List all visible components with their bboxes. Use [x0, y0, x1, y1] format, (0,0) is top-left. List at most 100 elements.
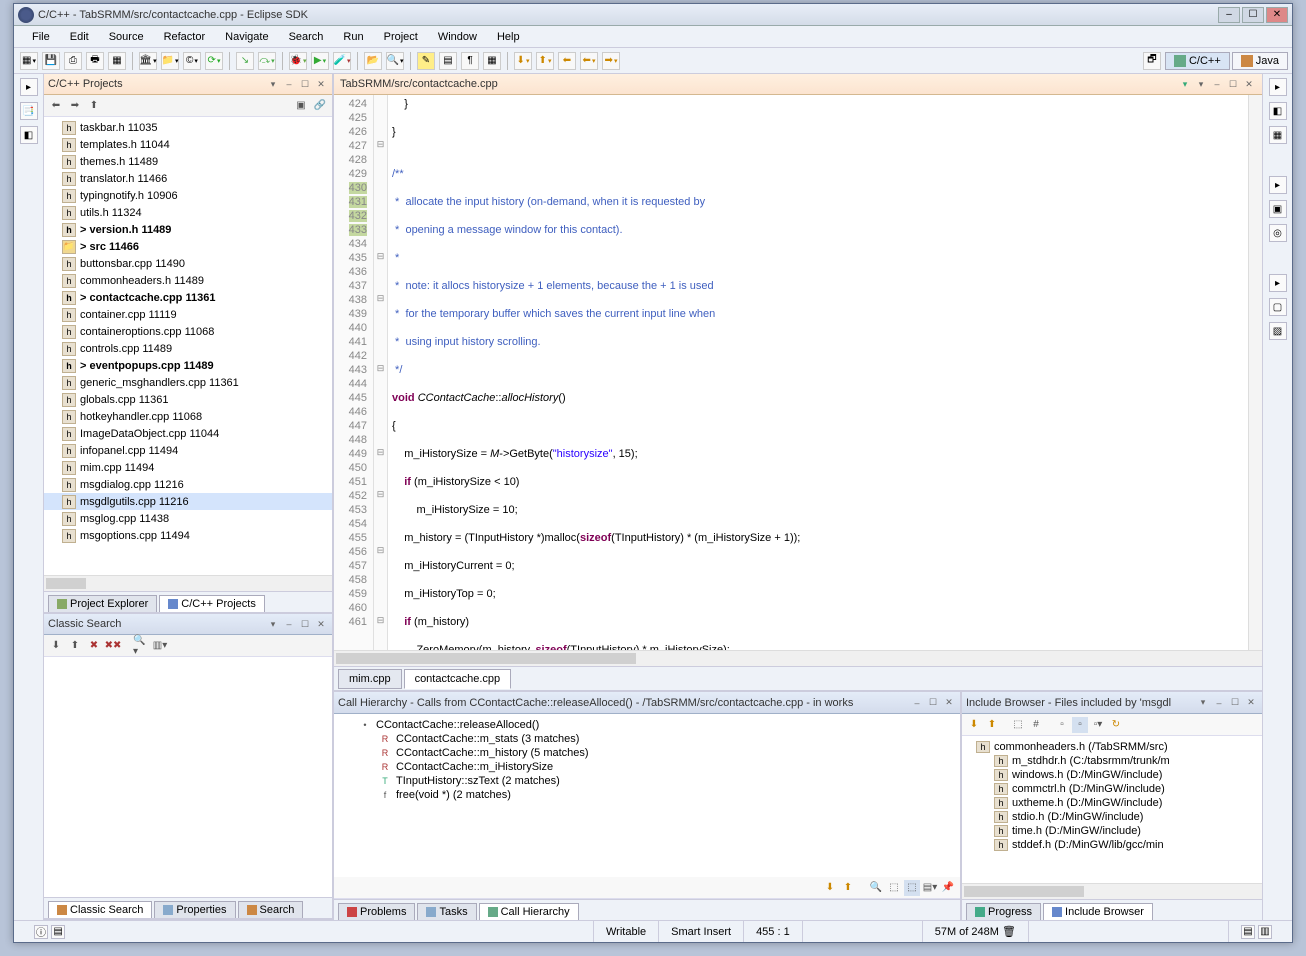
outline-icon[interactable]: ◧: [20, 126, 38, 144]
project-item[interactable]: hImageDataObject.cpp 11044: [44, 425, 332, 442]
call-hierarchy-tree[interactable]: •CContactCache::releaseAlloced()RCContac…: [334, 714, 960, 877]
img1-icon[interactable]: ▤: [1241, 925, 1255, 939]
code-editor[interactable]: 424 425 426 427 428 429 430 431 432 433 …: [334, 95, 1262, 650]
project-item[interactable]: h> contactcache.cpp 11361: [44, 289, 332, 306]
project-item[interactable]: hthemes.h 11489: [44, 153, 332, 170]
outline2-icon[interactable]: ◧: [1269, 102, 1287, 120]
menu-source[interactable]: Source: [99, 29, 154, 45]
nav-up-icon[interactable]: ⬆: [86, 98, 102, 114]
call-hierarchy-item[interactable]: •CContactCache::releaseAlloced(): [338, 718, 956, 732]
cs-menu-icon[interactable]: ▾: [266, 617, 280, 631]
project-item[interactable]: hhotkeyhandler.cpp 11068: [44, 408, 332, 425]
ed-close-icon[interactable]: ✕: [1242, 77, 1256, 91]
link-icon[interactable]: 🔗: [312, 98, 328, 114]
save-button[interactable]: 💾: [42, 52, 60, 70]
include-item[interactable]: hstddef.h (D:/MinGW/lib/gcc/min: [966, 838, 1258, 852]
ib-dd-icon[interactable]: ▾: [1196, 696, 1210, 710]
tab-include-browser[interactable]: Include Browser: [1043, 903, 1153, 920]
cs-search-icon[interactable]: 🔍▾: [133, 638, 149, 654]
back-hist-button[interactable]: ⬅: [580, 52, 598, 70]
print-button[interactable]: 🖶: [86, 52, 104, 70]
toggle-mark-button[interactable]: ✎: [417, 52, 435, 70]
ib-mode1-icon[interactable]: ▫: [1054, 717, 1070, 733]
projects-hscroll[interactable]: [44, 575, 332, 591]
menu-window[interactable]: Window: [428, 29, 487, 45]
gc-icon[interactable]: 🗑: [1002, 925, 1016, 938]
close-view-icon[interactable]: ✕: [314, 77, 328, 91]
rguide3-icon[interactable]: ▸: [1269, 274, 1287, 292]
profile-button[interactable]: 🧪: [333, 52, 351, 70]
cs-options-icon[interactable]: ▥▾: [152, 638, 168, 654]
maximize-view-icon[interactable]: ☐: [298, 77, 312, 91]
project-item[interactable]: hcontrols.cpp 11489: [44, 340, 332, 357]
project-item[interactable]: htypingnotify.h 10906: [44, 187, 332, 204]
call-hierarchy-item[interactable]: RCContactCache::m_history (5 matches): [338, 746, 956, 760]
project-item[interactable]: htemplates.h 11044: [44, 136, 332, 153]
menu-navigate[interactable]: Navigate: [215, 29, 278, 45]
include-browser-tree[interactable]: hcommonheaders.h (/TabSRMM/src)hm_stdhdr…: [962, 736, 1262, 883]
cs-up-icon[interactable]: ⬆: [67, 638, 83, 654]
ch-max-icon[interactable]: ☐: [926, 696, 940, 710]
ib-prev-icon[interactable]: ⬆: [984, 717, 1000, 733]
project-item[interactable]: h> version.h 11489: [44, 221, 332, 238]
tab-tasks[interactable]: Tasks: [417, 903, 476, 920]
call-hierarchy-item[interactable]: RCContactCache::m_stats (3 matches): [338, 732, 956, 746]
step-button[interactable]: ↘: [236, 52, 254, 70]
prev-ann-button[interactable]: ⬆: [536, 52, 554, 70]
ed-dd-icon[interactable]: ▾: [1194, 77, 1208, 91]
next-ann-button[interactable]: ⬇: [514, 52, 532, 70]
ch-callers-icon[interactable]: ⬚: [886, 880, 902, 896]
ch-history-icon[interactable]: ▤▾: [922, 880, 938, 896]
ch-prev-icon[interactable]: ⬆: [840, 880, 856, 896]
collapse-icon[interactable]: ▣: [293, 98, 309, 114]
call-hierarchy-item[interactable]: TTInputHistory::szText (2 matches): [338, 774, 956, 788]
project-item[interactable]: hmsgdlgutils.cpp 11216: [44, 493, 332, 510]
debug-button[interactable]: 🐞: [289, 52, 307, 70]
project-item[interactable]: hcontainer.cpp 11119: [44, 306, 332, 323]
ib-next-icon[interactable]: ⬇: [966, 717, 982, 733]
ib-max-icon[interactable]: ☐: [1228, 696, 1242, 710]
menu-refactor[interactable]: Refactor: [154, 29, 216, 45]
save-all-button[interactable]: ⎙: [64, 52, 82, 70]
project-item[interactable]: hcontaineroptions.cpp 11068: [44, 323, 332, 340]
project-item[interactable]: hmsglog.cpp 11438: [44, 510, 332, 527]
cs-max-icon[interactable]: ☐: [298, 617, 312, 631]
fastview-icon[interactable]: ▸: [20, 78, 38, 96]
include-item[interactable]: hcommctrl.h (D:/MinGW/include): [966, 782, 1258, 796]
perspective-cpp[interactable]: C/C++: [1165, 52, 1230, 70]
include-item[interactable]: hm_stdhdr.h (C:/tabsrmm/trunk/m: [966, 754, 1258, 768]
project-item[interactable]: h> eventpopups.cpp 11489: [44, 357, 332, 374]
ib-mode3-icon[interactable]: ▫▾: [1090, 717, 1106, 733]
fwd-hist-button[interactable]: ➡: [602, 52, 620, 70]
perspective-java[interactable]: Java: [1232, 52, 1288, 70]
nav-back-icon[interactable]: ⬅: [48, 98, 64, 114]
ed-max-icon[interactable]: ☐: [1226, 77, 1240, 91]
misc2-icon[interactable]: ▨: [1269, 322, 1287, 340]
new-button[interactable]: ▦: [20, 52, 38, 70]
tab-properties[interactable]: Properties: [154, 901, 235, 918]
show-whitespace-button[interactable]: ¶: [461, 52, 479, 70]
build-button[interactable]: ▦: [108, 52, 126, 70]
include-item[interactable]: hwindows.h (D:/MinGW/include): [966, 768, 1258, 782]
call-hierarchy-item[interactable]: RCContactCache::m_iHistorySize: [338, 760, 956, 774]
ch-close-icon[interactable]: ✕: [942, 696, 956, 710]
ib-out-icon[interactable]: ⬚: [1010, 717, 1026, 733]
ch-pin-icon[interactable]: 📌: [940, 880, 956, 896]
editor-tab-mim[interactable]: mim.cpp: [338, 669, 402, 689]
misc1-icon[interactable]: ▢: [1269, 298, 1287, 316]
ch-filter-icon[interactable]: 🔍: [868, 880, 884, 896]
new-folder-button[interactable]: 📁: [161, 52, 179, 70]
ch-min-icon[interactable]: –: [910, 696, 924, 710]
menu-file[interactable]: File: [22, 29, 60, 45]
project-item[interactable]: hmsgoptions.cpp 11494: [44, 527, 332, 544]
menu-help[interactable]: Help: [487, 29, 530, 45]
open-button[interactable]: 📂: [364, 52, 382, 70]
overview-ruler[interactable]: [1248, 95, 1262, 650]
tab-cpp-projects[interactable]: C/C++ Projects: [159, 595, 265, 612]
include-item[interactable]: huxtheme.h (D:/MinGW/include): [966, 796, 1258, 810]
refresh-button[interactable]: ⟳: [205, 52, 223, 70]
ib-in-icon[interactable]: #: [1028, 717, 1044, 733]
minimize-view-icon[interactable]: –: [282, 77, 296, 91]
tab-classic-search[interactable]: Classic Search: [48, 901, 152, 918]
editor-hscroll[interactable]: [334, 650, 1262, 666]
